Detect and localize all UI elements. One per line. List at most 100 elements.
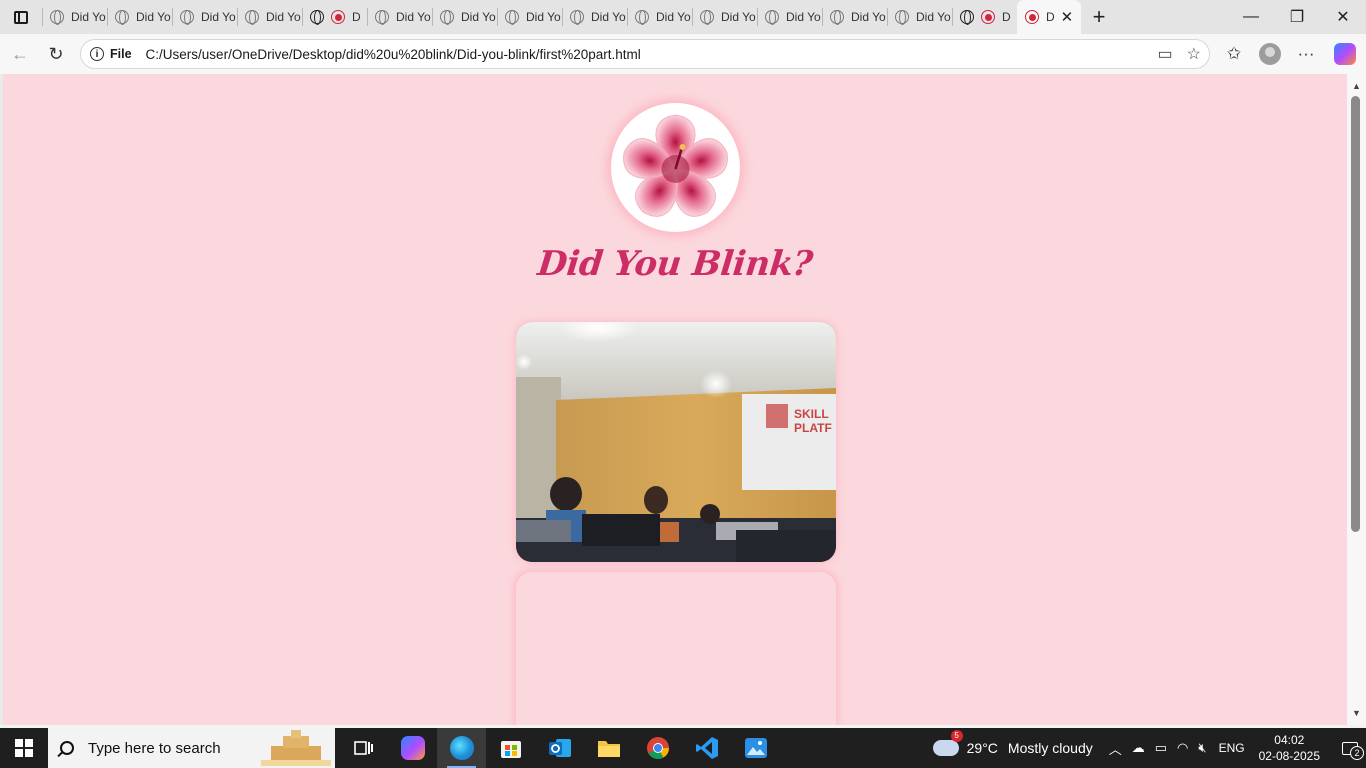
scroll-down-icon[interactable]: ▼ bbox=[1347, 705, 1366, 721]
taskbar-outlook[interactable] bbox=[535, 728, 584, 768]
page-title: Did You Blink? bbox=[535, 244, 815, 284]
globe-icon bbox=[830, 10, 844, 25]
globe-icon bbox=[895, 10, 909, 25]
scroll-up-icon[interactable]: ▲ bbox=[1347, 78, 1366, 94]
taskbar-task-view[interactable] bbox=[339, 728, 388, 768]
maximize-button[interactable]: ❐ bbox=[1274, 0, 1320, 34]
taskbar-store[interactable] bbox=[486, 728, 535, 768]
tab-actions-button[interactable] bbox=[0, 0, 42, 34]
taskbar-vscode[interactable] bbox=[682, 728, 731, 768]
outlook-icon bbox=[548, 739, 571, 757]
tab-item[interactable]: Did Yo bbox=[562, 0, 627, 34]
tab-item[interactable]: Did Yo bbox=[627, 0, 692, 34]
reload-icon: ↻ bbox=[48, 43, 64, 64]
tab-label: Did Yo bbox=[461, 10, 496, 24]
taskbar-apps bbox=[339, 728, 780, 768]
tab-item[interactable]: Did Yo bbox=[107, 0, 172, 34]
back-button[interactable]: ← bbox=[2, 36, 38, 72]
tab-item[interactable]: Did Yo bbox=[367, 0, 432, 34]
back-arrow-icon: ← bbox=[11, 43, 29, 64]
more-menu-icon[interactable]: ··· bbox=[1288, 44, 1324, 64]
taskbar-file-explorer[interactable] bbox=[584, 728, 633, 768]
tab-item[interactable]: Did Yo bbox=[497, 0, 562, 34]
taskbar-copilot[interactable] bbox=[388, 728, 437, 768]
tab-active[interactable]: D ✕ bbox=[1017, 0, 1081, 34]
new-tab-button[interactable]: + bbox=[1081, 0, 1117, 34]
tab-label: D bbox=[1046, 10, 1055, 24]
svg-text:PLATF: PLATF bbox=[794, 421, 832, 435]
battery-icon[interactable]: ▭ bbox=[1155, 740, 1167, 756]
url-text[interactable]: C:/Users/user/OneDrive/Desktop/did%20u%2… bbox=[146, 47, 641, 62]
tab-item[interactable]: Did Yo bbox=[757, 0, 822, 34]
windows-taskbar: Type here to search 5 29°C Mostly cloudy… bbox=[0, 728, 1366, 768]
tab-label: D bbox=[1002, 10, 1011, 24]
tab-item[interactable]: Did Yo bbox=[237, 0, 302, 34]
globe-icon bbox=[180, 10, 194, 25]
taskbar-photos[interactable] bbox=[731, 728, 780, 768]
tab-item[interactable]: Did Yo bbox=[692, 0, 757, 34]
scheme-label: File bbox=[110, 47, 132, 61]
tab-close-icon[interactable]: ✕ bbox=[1061, 8, 1074, 26]
tab-label: D bbox=[352, 10, 361, 24]
system-tray: 5 29°C Mostly cloudy ︿ ☁ ▭ ◠ 🔇︎ ENG 04:0… bbox=[932, 728, 1366, 768]
reload-button[interactable]: ↻ bbox=[38, 36, 74, 72]
tab-item[interactable]: Did Yo bbox=[42, 0, 107, 34]
profile-avatar[interactable] bbox=[1259, 43, 1281, 65]
page-scrollbar[interactable]: ▲ ▼ bbox=[1347, 74, 1366, 725]
globe-icon bbox=[570, 10, 584, 25]
tab-label: Did Yo bbox=[266, 10, 301, 24]
tab-item[interactable]: Did Yo bbox=[822, 0, 887, 34]
taskbar-search-box[interactable]: Type here to search bbox=[48, 728, 335, 768]
close-window-button[interactable]: ✕ bbox=[1320, 0, 1366, 34]
tab-label: Did Yo bbox=[526, 10, 561, 24]
copilot-icon[interactable] bbox=[1334, 43, 1356, 65]
globe-icon bbox=[635, 10, 649, 25]
clock[interactable]: 04:02 02-08-2025 bbox=[1259, 732, 1320, 764]
language-indicator[interactable]: ENG bbox=[1219, 741, 1245, 755]
address-bar-actions: ▭ ☆ bbox=[1158, 40, 1201, 68]
clock-time: 04:02 bbox=[1274, 733, 1305, 747]
globe-icon bbox=[700, 10, 714, 25]
tab-label: Did Yo bbox=[916, 10, 951, 24]
tab-label: Did Yo bbox=[71, 10, 106, 24]
hibiscus-flower-icon bbox=[623, 114, 728, 217]
wifi-icon[interactable]: ◠ bbox=[1177, 740, 1188, 756]
weather-badge: 5 bbox=[950, 730, 963, 742]
tab-item[interactable]: D bbox=[302, 0, 367, 34]
globe-icon bbox=[440, 10, 454, 25]
globe-icon bbox=[245, 10, 259, 25]
tab-item[interactable]: Did Yo bbox=[432, 0, 497, 34]
camera-icon[interactable]: ▭ bbox=[1158, 44, 1173, 64]
site-info-icon[interactable]: i bbox=[90, 47, 104, 61]
tab-item[interactable]: Did Yo bbox=[887, 0, 952, 34]
photos-icon bbox=[744, 738, 767, 758]
address-bar[interactable]: i File C:/Users/user/OneDrive/Desktop/di… bbox=[80, 39, 1210, 69]
favorites-icon[interactable]: ✩ bbox=[1216, 44, 1252, 64]
tab-label: Did Yo bbox=[201, 10, 236, 24]
start-button[interactable] bbox=[0, 728, 48, 768]
tab-item[interactable]: D bbox=[952, 0, 1017, 34]
globe-icon bbox=[505, 10, 519, 25]
favorite-star-icon[interactable]: ☆ bbox=[1187, 44, 1201, 64]
globe-icon bbox=[115, 10, 129, 25]
browser-toolbar: ← ↻ i File C:/Users/user/OneDrive/Deskto… bbox=[0, 34, 1366, 74]
store-icon bbox=[500, 741, 521, 758]
folder-icon bbox=[597, 741, 620, 757]
notification-center-button[interactable]: 2 bbox=[1334, 728, 1366, 768]
chrome-icon bbox=[646, 737, 669, 759]
globe-icon bbox=[960, 10, 974, 25]
recording-icon bbox=[331, 10, 345, 24]
weather-widget[interactable]: 5 29°C Mostly cloudy bbox=[932, 730, 1093, 756]
chevron-up-icon[interactable]: ︿ bbox=[1109, 739, 1122, 758]
minimize-button[interactable]: — bbox=[1228, 0, 1274, 34]
globe-icon bbox=[375, 10, 389, 25]
taskbar-chrome[interactable] bbox=[633, 728, 682, 768]
webcam-video-feed: SKILL PLATF bbox=[516, 322, 836, 562]
taskbar-edge[interactable] bbox=[437, 728, 486, 768]
search-placeholder: Type here to search bbox=[88, 739, 221, 757]
scrollbar-thumb[interactable] bbox=[1351, 96, 1360, 532]
tab-item[interactable]: Did Yo bbox=[172, 0, 237, 34]
volume-muted-icon[interactable]: 🔇︎ bbox=[1198, 740, 1206, 756]
sandcastle-icon bbox=[261, 730, 331, 766]
onedrive-cloud-icon[interactable]: ☁ bbox=[1132, 740, 1145, 756]
